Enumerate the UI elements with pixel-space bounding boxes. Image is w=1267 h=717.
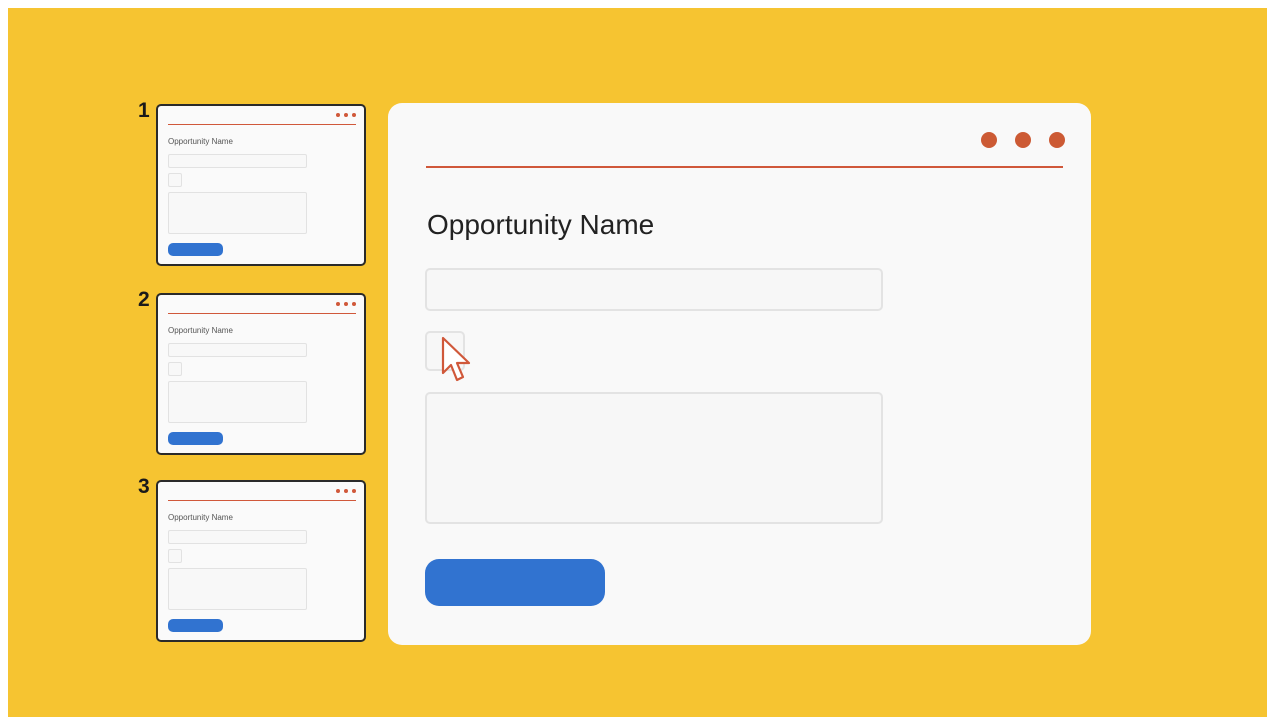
dots-icon <box>336 113 356 117</box>
thumbnail-button <box>168 619 223 632</box>
dots-icon <box>336 302 356 306</box>
thumbnail-window: Opportunity Name <box>156 293 366 455</box>
thumbnail-number: 3 <box>138 475 150 498</box>
thumbnail-checkbox <box>168 549 182 563</box>
thumbnail-input <box>168 343 307 357</box>
thumbnail-title: Opportunity Name <box>168 513 233 522</box>
thumbnail-1[interactable]: 1 Opportunity Name <box>138 100 374 272</box>
thumbnail-title: Opportunity Name <box>168 137 233 146</box>
thumbnail-window: Opportunity Name <box>156 104 366 266</box>
thumbnail-input <box>168 530 307 544</box>
page-title: Opportunity Name <box>427 209 655 240</box>
description-textarea[interactable] <box>425 392 883 524</box>
dots-icon <box>336 489 356 493</box>
thumbnail-textarea <box>168 192 307 234</box>
thumbnail-button <box>168 243 223 256</box>
divider <box>168 124 356 125</box>
thumbnail-input <box>168 154 307 168</box>
dots-icon[interactable] <box>981 132 1065 148</box>
opportunity-name-input[interactable] <box>425 268 883 311</box>
thumbnail-window: Opportunity Name <box>156 480 366 642</box>
thumbnail-textarea <box>168 381 307 423</box>
dot <box>1015 132 1031 148</box>
dot <box>1049 132 1065 148</box>
thumbnail-checkbox <box>168 173 182 187</box>
thumbnail-title: Opportunity Name <box>168 326 233 335</box>
main-window: Opportunity Name <box>388 103 1091 645</box>
divider <box>426 166 1063 168</box>
thumbnail-2[interactable]: 2 Opportunity Name <box>138 289 374 461</box>
thumbnail-textarea <box>168 568 307 610</box>
divider <box>168 313 356 314</box>
thumbnail-button <box>168 432 223 445</box>
thumbnail-number: 2 <box>138 288 150 311</box>
dot <box>981 132 997 148</box>
divider <box>168 500 356 501</box>
thumbnail-number: 1 <box>138 99 150 122</box>
submit-button[interactable] <box>425 559 605 606</box>
thumbnail-3[interactable]: 3 Opportunity Name <box>138 476 374 648</box>
cursor-icon <box>441 336 471 382</box>
thumbnail-checkbox <box>168 362 182 376</box>
canvas: 1 Opportunity Name 2 Opportunity Name 3 … <box>8 8 1267 717</box>
